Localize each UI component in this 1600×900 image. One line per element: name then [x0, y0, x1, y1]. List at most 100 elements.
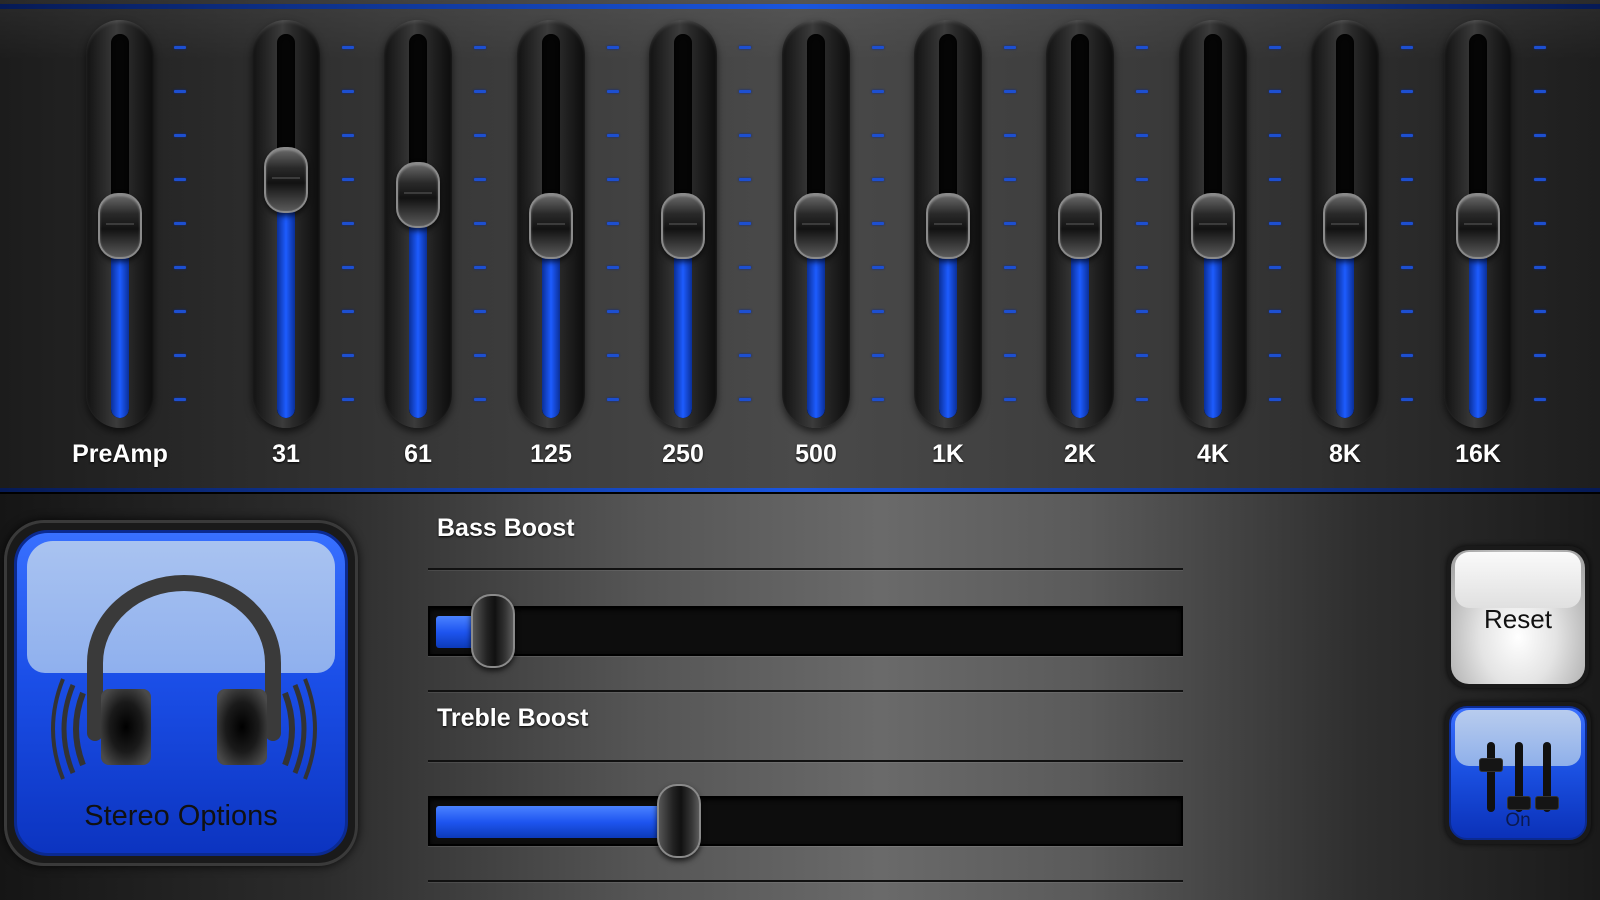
eq-band-thumb[interactable]	[529, 193, 573, 259]
eq-scale-tick	[607, 90, 619, 93]
eq-band-slider[interactable]: 8K	[1305, 20, 1385, 490]
eq-scale-tick	[739, 178, 751, 181]
eq-band-thumb[interactable]	[1456, 193, 1500, 259]
eq-scale-tick	[342, 354, 354, 357]
eq-scale-tick	[872, 310, 884, 313]
eq-scale-ticks	[342, 0, 356, 420]
eq-band-slider[interactable]: 31	[246, 20, 326, 490]
eq-scale-tick	[1136, 46, 1148, 49]
eq-scale-tick	[174, 398, 186, 401]
treble-boost-slider[interactable]	[428, 796, 1183, 846]
eq-scale-tick	[872, 398, 884, 401]
eq-band-label: 1K	[932, 440, 964, 468]
eq-band-label: 61	[404, 440, 432, 468]
eq-band-thumb[interactable]	[98, 193, 142, 259]
treble-boost-divider-top	[428, 760, 1183, 762]
eq-scale-tick	[1136, 354, 1148, 357]
eq-scale-tick	[1534, 266, 1546, 269]
eq-scale-tick	[474, 178, 486, 181]
bass-boost-thumb[interactable]	[471, 594, 515, 668]
eq-scale-tick	[1534, 354, 1546, 357]
eq-scale-tick	[1004, 90, 1016, 93]
bass-boost-slider[interactable]	[428, 606, 1183, 656]
eq-band-slider[interactable]: 4K	[1173, 20, 1253, 490]
eq-scale-tick	[1534, 178, 1546, 181]
eq-scale-tick	[342, 178, 354, 181]
eq-band-thumb[interactable]	[1191, 193, 1235, 259]
eq-band-slider[interactable]: 16K	[1438, 20, 1518, 490]
eq-scale-tick	[174, 354, 186, 357]
eq-scale-tick	[474, 134, 486, 137]
eq-scale-tick	[607, 46, 619, 49]
eq-band-slider[interactable]: 1K	[908, 20, 988, 490]
eq-band-thumb[interactable]	[264, 147, 308, 213]
eq-scale-tick	[342, 310, 354, 313]
eq-band-slider[interactable]: 500	[776, 20, 856, 490]
eq-band-thumb[interactable]	[794, 193, 838, 259]
eq-band-slider[interactable]: 250	[643, 20, 723, 490]
eq-scale-tick	[1401, 134, 1413, 137]
eq-scale-tick	[474, 310, 486, 313]
equalizer-power-button[interactable]: On	[1445, 702, 1591, 844]
eq-scale-tick	[1269, 354, 1281, 357]
eq-scale-tick	[739, 398, 751, 401]
eq-scale-tick	[872, 134, 884, 137]
reset-button-label: Reset	[1484, 604, 1552, 634]
treble-boost-fill	[436, 806, 681, 838]
eq-band-label: 500	[795, 440, 837, 468]
eq-scale-tick	[174, 46, 186, 49]
eq-band-slider[interactable]: 61	[378, 20, 458, 490]
eq-band-label: 31	[272, 440, 300, 468]
eq-scale-tick	[1534, 398, 1546, 401]
eq-band-label: 4K	[1197, 440, 1229, 468]
eq-scale-tick	[1401, 266, 1413, 269]
equalizer-power-face: On	[1449, 706, 1587, 840]
eq-band-fill	[277, 180, 295, 418]
eq-scale-tick	[872, 222, 884, 225]
equalizer-panel: PreAmp 31 61 125 250 500 1K 2K 4K 8K 16K	[0, 0, 1600, 492]
eq-scale-tick	[1401, 354, 1413, 357]
eq-band-track	[277, 34, 295, 418]
eq-scale-tick	[607, 222, 619, 225]
stereo-options-label: Stereo Options	[84, 800, 278, 832]
eq-scale-tick	[1534, 310, 1546, 313]
eq-scale-tick	[342, 398, 354, 401]
eq-scale-tick	[607, 266, 619, 269]
reset-button[interactable]: Reset	[1447, 546, 1589, 688]
eq-band-slider[interactable]: 125	[511, 20, 591, 490]
eq-scale-tick	[1269, 134, 1281, 137]
eq-scale-tick	[1136, 398, 1148, 401]
eq-band-label: 8K	[1329, 440, 1361, 468]
eq-scale-tick	[1401, 398, 1413, 401]
eq-band-thumb[interactable]	[661, 193, 705, 259]
eq-scale-tick	[1136, 178, 1148, 181]
divider-accent-line	[0, 488, 1600, 492]
stereo-options-face: Stereo Options	[14, 530, 348, 856]
eq-band-thumb[interactable]	[396, 162, 440, 228]
eq-band-slider[interactable]: PreAmp	[72, 20, 168, 490]
eq-scale-tick	[474, 398, 486, 401]
eq-scale-tick	[1004, 398, 1016, 401]
bass-boost-divider-bottom	[428, 690, 1183, 692]
eq-band-thumb[interactable]	[926, 193, 970, 259]
eq-scale-tick	[174, 310, 186, 313]
eq-scale-tick	[607, 398, 619, 401]
eq-scale-tick	[739, 266, 751, 269]
eq-scale-tick	[739, 354, 751, 357]
eq-band-slider[interactable]: 2K	[1040, 20, 1120, 490]
treble-boost-thumb[interactable]	[657, 784, 701, 858]
eq-scale-tick	[1136, 134, 1148, 137]
treble-boost-label: Treble Boost	[437, 704, 589, 732]
eq-scale-tick	[1269, 222, 1281, 225]
eq-scale-tick	[872, 266, 884, 269]
eq-scale-tick	[1136, 310, 1148, 313]
eq-scale-tick	[174, 134, 186, 137]
eq-scale-tick	[607, 354, 619, 357]
eq-scale-tick	[342, 90, 354, 93]
eq-scale-tick	[1534, 134, 1546, 137]
eq-band-thumb[interactable]	[1323, 193, 1367, 259]
stereo-options-button[interactable]: Stereo Options	[4, 520, 358, 866]
eq-scale-tick	[607, 134, 619, 137]
eq-band-thumb[interactable]	[1058, 193, 1102, 259]
eq-scale-tick	[1004, 354, 1016, 357]
